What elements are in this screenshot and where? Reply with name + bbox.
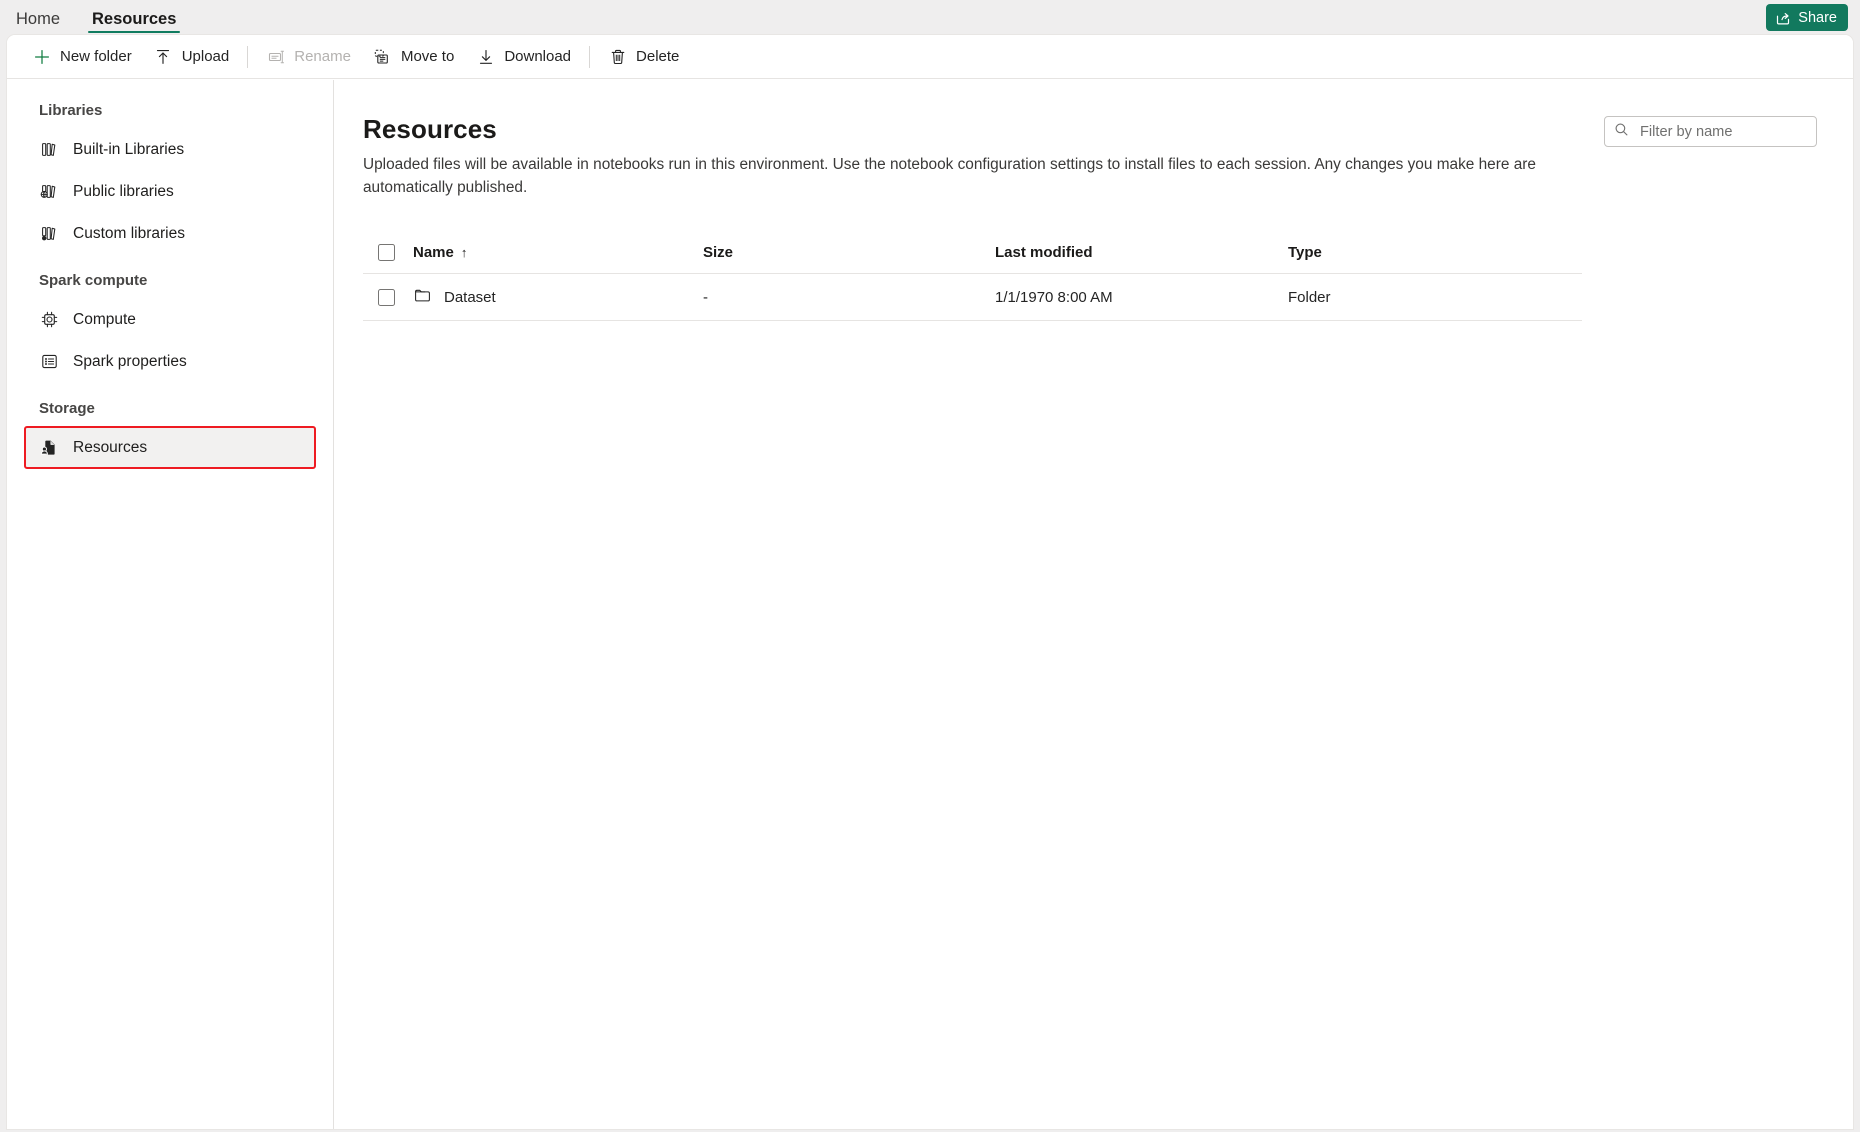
properties-list-icon <box>39 352 59 372</box>
row-checkbox[interactable] <box>378 288 395 306</box>
column-header-type-label: Type <box>1288 244 1322 262</box>
folder-icon <box>413 286 432 309</box>
share-icon <box>1775 10 1791 26</box>
new-folder-label: New folder <box>60 48 132 65</box>
sidebar-item-resources[interactable]: Resources <box>24 426 316 469</box>
delete-button[interactable]: Delete <box>597 41 690 73</box>
plus-icon <box>32 47 51 66</box>
main-content: Resources Uploaded files will be availab… <box>334 80 1853 1129</box>
command-bar: New folder Upload Rename Move to Downloa… <box>7 35 1853 79</box>
table-header-row: Name ↑ Size Last modified Type <box>363 232 1582 275</box>
page-description: Uploaded files will be available in note… <box>363 156 1536 196</box>
column-header-size[interactable]: Size <box>703 244 995 261</box>
trash-icon <box>608 47 627 66</box>
filter-input[interactable] <box>1638 122 1807 141</box>
content-card: New folder Upload Rename Move to Downloa… <box>6 34 1854 1130</box>
tab-home-label: Home <box>16 9 61 28</box>
share-button[interactable]: Share <box>1766 4 1848 31</box>
row-size-cell: - <box>703 288 708 306</box>
sidebar-group-title-storage: Storage <box>39 400 95 417</box>
resources-icon <box>39 438 59 458</box>
sidebar-item-built-in-libraries[interactable]: Built-in Libraries <box>25 129 315 170</box>
sidebar-group-title-libraries: Libraries <box>39 102 103 119</box>
column-header-type[interactable]: Type <box>1288 244 1582 261</box>
column-header-last-modified-label: Last modified <box>995 244 1093 262</box>
sidebar-item-custom-libraries[interactable]: Custom libraries <box>25 213 315 254</box>
sidebar-item-label: Custom libraries <box>73 224 185 242</box>
sidebar-item-label: Compute <box>73 310 136 328</box>
delete-label: Delete <box>636 48 680 65</box>
sidebar: Libraries Built-in Libraries Public libr… <box>7 80 334 1129</box>
sidebar-item-spark-properties[interactable]: Spark properties <box>25 341 315 382</box>
public-library-icon <box>39 182 59 202</box>
filter-by-name-box[interactable] <box>1604 116 1817 147</box>
top-tab-strip: Home Resources Share <box>0 0 1860 38</box>
row-name-label: Dataset <box>444 288 496 306</box>
upload-button[interactable]: Upload <box>143 41 241 73</box>
sidebar-item-label: Built-in Libraries <box>73 140 185 158</box>
resources-table: Name ↑ Size Last modified Type Dataset -… <box>363 232 1582 322</box>
sidebar-item-label: Spark properties <box>73 352 187 370</box>
move-to-icon <box>373 47 392 66</box>
sidebar-item-label: Resources <box>73 438 148 456</box>
rename-icon <box>266 47 285 66</box>
sidebar-group-title-spark-compute: Spark compute <box>39 272 148 289</box>
toolbar-separator-2 <box>589 45 591 68</box>
sidebar-item-public-libraries[interactable]: Public libraries <box>25 171 315 212</box>
rename-label: Rename <box>294 48 351 65</box>
custom-library-icon <box>39 224 59 244</box>
table-row[interactable]: Dataset - 1/1/1970 8:00 AM Folder <box>363 274 1582 322</box>
move-to-button[interactable]: Move to <box>362 41 465 73</box>
toolbar-separator <box>247 45 249 68</box>
column-header-last-modified[interactable]: Last modified <box>995 244 1288 261</box>
sidebar-item-compute[interactable]: Compute <box>25 299 315 340</box>
download-icon <box>476 47 495 66</box>
rename-button[interactable]: Rename <box>255 41 362 73</box>
sort-ascending-icon: ↑ <box>460 245 468 261</box>
books-icon <box>39 140 59 160</box>
tab-resources[interactable]: Resources <box>76 0 192 38</box>
row-type-cell: Folder <box>1288 288 1331 306</box>
row-last-modified-cell: 1/1/1970 8:00 AM <box>995 288 1113 306</box>
select-all-checkbox[interactable] <box>378 244 395 262</box>
row-select-cell <box>363 288 413 306</box>
download-label: Download <box>504 48 572 65</box>
chip-icon <box>39 310 59 330</box>
select-all-cell <box>363 244 413 262</box>
column-header-name-label: Name <box>413 244 454 262</box>
column-header-name[interactable]: Name ↑ <box>413 244 703 261</box>
page-body: Libraries Built-in Libraries Public libr… <box>7 80 1853 1129</box>
upload-icon <box>154 47 173 66</box>
share-button-label: Share <box>1798 9 1837 26</box>
row-name-cell: Dataset <box>413 286 703 309</box>
new-folder-button[interactable]: New folder <box>21 41 143 73</box>
column-header-size-label: Size <box>703 244 734 262</box>
sidebar-item-label: Public libraries <box>73 182 174 200</box>
page-title: Resources <box>363 114 497 144</box>
upload-label: Upload <box>181 48 230 65</box>
tab-home[interactable]: Home <box>0 0 76 38</box>
tab-resources-label: Resources <box>92 9 177 28</box>
download-button[interactable]: Download <box>465 41 582 73</box>
move-to-label: Move to <box>400 48 455 65</box>
search-icon <box>1614 122 1629 142</box>
